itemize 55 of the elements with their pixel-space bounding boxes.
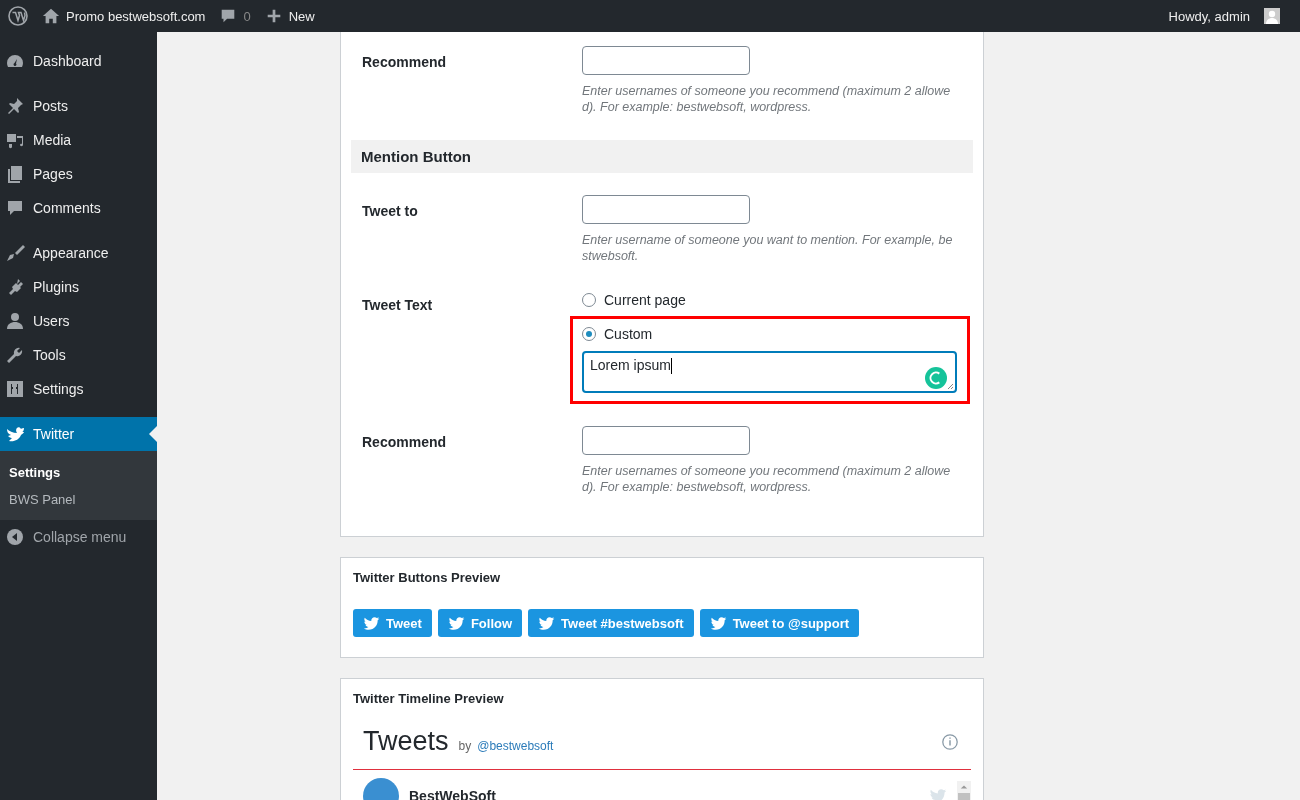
menu-item[interactable]: Settings bbox=[0, 372, 157, 406]
menu-item[interactable]: Tools bbox=[0, 338, 157, 372]
bird-icon bbox=[709, 614, 727, 632]
collapse-menu-button[interactable]: Collapse menu bbox=[0, 520, 157, 554]
bird-icon bbox=[5, 424, 25, 444]
menu-item[interactable]: Users bbox=[0, 304, 157, 338]
input-field[interactable] bbox=[582, 46, 750, 75]
help-text: Enter username of someone you want to mention. For example, be stwebsoft. bbox=[582, 232, 954, 264]
wordpress-logo-icon[interactable] bbox=[8, 6, 28, 26]
radio-option[interactable]: Current page bbox=[582, 289, 973, 311]
section-header: Mention Button bbox=[351, 140, 973, 173]
menu-item[interactable]: Posts bbox=[0, 89, 157, 123]
home-icon bbox=[42, 7, 60, 25]
field-label: Recommend bbox=[362, 53, 448, 72]
bird-icon bbox=[363, 614, 380, 632]
site-name-link[interactable]: Promo bestwebsoft.com bbox=[42, 7, 206, 25]
new-link[interactable]: New bbox=[264, 7, 315, 25]
menu-item[interactable]: Twitter bbox=[0, 417, 157, 451]
submenu-item[interactable]: BWS Panel bbox=[0, 486, 157, 513]
handle-link[interactable]: @bestwebsoft bbox=[477, 739, 554, 753]
comment-icon bbox=[5, 198, 25, 218]
bird-icon bbox=[447, 614, 465, 632]
radio-option[interactable]: Custom bbox=[582, 323, 957, 345]
field-label: Tweet Text bbox=[362, 296, 434, 315]
brush-icon bbox=[5, 243, 25, 263]
input-field[interactable] bbox=[582, 426, 750, 455]
menu-item[interactable]: Pages bbox=[0, 157, 157, 191]
scroll-up-icon[interactable] bbox=[960, 784, 968, 790]
help-text: Enter usernames of someone you recommend (maximum 2 allowe d). For example: bestwebsoft, wordpress. bbox=[582, 83, 952, 115]
menu-item[interactable]: Media bbox=[0, 123, 157, 157]
comments-link[interactable]: 0 bbox=[219, 7, 251, 25]
grammar-check-icon[interactable] bbox=[925, 367, 947, 389]
card-title: Twitter Buttons Preview bbox=[353, 570, 502, 585]
by-label: by bbox=[458, 739, 472, 753]
menu-item[interactable]: Appearance bbox=[0, 236, 157, 270]
text-area[interactable]: Lorem ipsum bbox=[582, 351, 957, 393]
field-label: Recommend bbox=[362, 433, 448, 452]
info-icon[interactable] bbox=[941, 732, 959, 751]
input-field[interactable] bbox=[582, 195, 750, 224]
submenu-item[interactable]: Settings bbox=[0, 459, 157, 486]
wrench-icon bbox=[5, 345, 25, 365]
bird-icon bbox=[538, 614, 556, 632]
account-link[interactable]: Howdy, admin bbox=[1168, 8, 1280, 24]
timeline-heading: Tweets bbox=[363, 726, 449, 757]
user-icon bbox=[5, 311, 25, 331]
help-text: Enter usernames of someone you recommend (maximum 2 allowe d). For example: bestwebsoft, wordpress. bbox=[582, 463, 952, 495]
menu-item[interactable]: Plugins bbox=[0, 270, 157, 304]
pages-icon bbox=[5, 164, 25, 184]
field-label: Tweet to bbox=[362, 202, 419, 221]
resize-handle-icon[interactable] bbox=[946, 382, 954, 390]
card-title: Twitter Timeline Preview bbox=[353, 691, 505, 706]
sliders-icon bbox=[5, 379, 25, 399]
menu-item[interactable]: Comments bbox=[0, 191, 157, 225]
menu-item[interactable]: Dashboard bbox=[0, 44, 157, 78]
collapse-icon bbox=[5, 527, 25, 547]
